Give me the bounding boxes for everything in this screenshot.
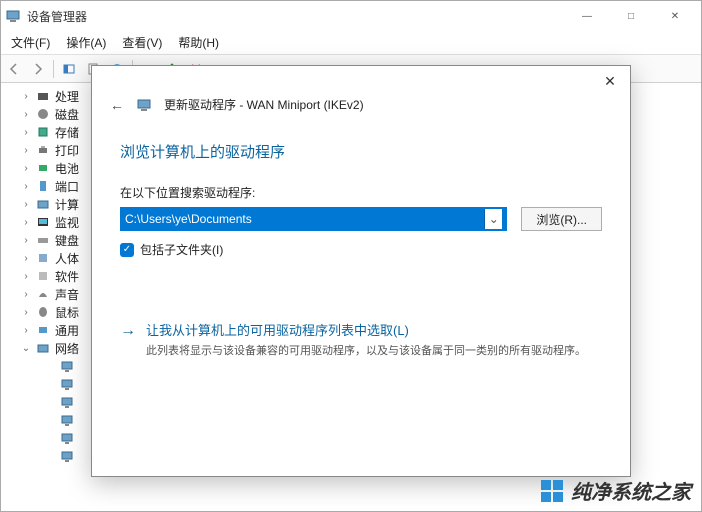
expand-icon[interactable]: › <box>21 145 31 156</box>
expand-icon[interactable]: › <box>21 127 31 138</box>
category-icon <box>35 340 51 356</box>
category-icon <box>35 304 51 320</box>
watermark: 纯净系统之家 <box>541 476 691 505</box>
device-manager-window: 设备管理器 — □ ✕ 文件(F) 操作(A) 查看(V) 帮助(H) ? ›处… <box>0 0 702 512</box>
category-icon <box>35 88 51 104</box>
expand-icon[interactable]: › <box>21 307 31 318</box>
path-value: C:\Users\ye\Documents <box>125 212 252 226</box>
dialog-title: 浏览计算机上的驱动程序 <box>120 141 602 162</box>
menu-file[interactable]: 文件(F) <box>3 31 58 54</box>
category-icon <box>35 124 51 140</box>
network-adapter-icon <box>59 376 75 392</box>
window-title: 设备管理器 <box>27 8 87 25</box>
menubar: 文件(F) 操作(A) 查看(V) 帮助(H) <box>1 31 701 55</box>
category-icon <box>35 178 51 194</box>
close-button[interactable]: ✕ <box>653 2 697 30</box>
tree-item-label: 鼠标 <box>55 304 79 321</box>
expand-icon[interactable]: › <box>21 91 31 102</box>
expand-icon[interactable]: › <box>21 217 31 228</box>
watermark-logo-icon <box>541 480 563 502</box>
minimize-button[interactable]: — <box>565 2 609 30</box>
expand-icon[interactable]: › <box>21 325 31 336</box>
menu-action[interactable]: 操作(A) <box>58 31 114 54</box>
expand-icon[interactable]: › <box>21 109 31 120</box>
include-subfolders-label: 包括子文件夹(I) <box>140 241 223 258</box>
expand-icon[interactable]: › <box>21 253 31 264</box>
expand-icon[interactable]: ⌄ <box>21 343 31 354</box>
chevron-down-icon[interactable]: ⌄ <box>484 209 502 229</box>
category-icon <box>35 214 51 230</box>
dialog-header: ← 更新驱动程序 - WAN Miniport (IKEv2) <box>92 96 630 123</box>
expand-icon[interactable]: › <box>21 289 31 300</box>
path-combobox[interactable]: C:\Users\ye\Documents ⌄ <box>120 207 507 231</box>
expand-icon[interactable]: › <box>21 163 31 174</box>
show-hide-icon[interactable] <box>58 58 80 80</box>
tree-item-label: 人体 <box>55 250 79 267</box>
network-adapter-icon <box>59 412 75 428</box>
category-icon <box>35 250 51 266</box>
expand-icon[interactable]: › <box>21 199 31 210</box>
titlebar: 设备管理器 — □ ✕ <box>1 1 701 31</box>
tree-item-label: 键盘 <box>55 232 79 249</box>
network-adapter-icon <box>59 448 75 464</box>
back-icon[interactable] <box>3 58 25 80</box>
category-icon <box>35 142 51 158</box>
watermark-text: 纯净系统之家 <box>571 476 691 505</box>
expand-icon[interactable]: › <box>21 235 31 246</box>
maximize-button[interactable]: □ <box>609 2 653 30</box>
dialog-header-text: 更新驱动程序 - WAN Miniport (IKEv2) <box>164 96 364 113</box>
menu-help[interactable]: 帮助(H) <box>170 31 227 54</box>
category-icon <box>35 196 51 212</box>
category-icon <box>35 322 51 338</box>
menu-view[interactable]: 查看(V) <box>114 31 170 54</box>
arrow-right-icon: → <box>120 320 136 360</box>
tree-item-label: 通用 <box>55 322 79 339</box>
category-icon <box>35 268 51 284</box>
network-adapter-icon <box>59 394 75 410</box>
device-icon <box>136 97 152 113</box>
pick-from-list-desc: 此列表将显示与该设备兼容的可用驱动程序，以及与该设备属于同一类别的所有驱动程序。 <box>146 343 586 360</box>
include-subfolders-checkbox[interactable]: ✓ 包括子文件夹(I) <box>120 241 602 258</box>
dialog-close-button[interactable]: ✕ <box>590 67 630 95</box>
tree-item-label: 磁盘 <box>55 106 79 123</box>
tree-item-label: 声音 <box>55 286 79 303</box>
expand-icon[interactable]: › <box>21 271 31 282</box>
update-driver-dialog: ✕ ← 更新驱动程序 - WAN Miniport (IKEv2) 浏览计算机上… <box>91 65 631 477</box>
category-icon <box>35 232 51 248</box>
tree-item-label: 网络 <box>55 340 79 357</box>
tree-item-label: 计算 <box>55 196 79 213</box>
category-icon <box>35 106 51 122</box>
tree-item-label: 软件 <box>55 268 79 285</box>
tree-item-label: 端口 <box>55 178 79 195</box>
browse-button[interactable]: 浏览(R)... <box>521 207 602 231</box>
tree-item-label: 存储 <box>55 124 79 141</box>
pick-from-list-option[interactable]: → 让我从计算机上的可用驱动程序列表中选取(L) 此列表将显示与该设备兼容的可用… <box>120 320 602 360</box>
tree-item-label: 打印 <box>55 142 79 159</box>
network-adapter-icon <box>59 430 75 446</box>
pick-from-list-title: 让我从计算机上的可用驱动程序列表中选取(L) <box>146 320 586 339</box>
tree-item-label: 监视 <box>55 214 79 231</box>
category-icon <box>35 286 51 302</box>
forward-icon[interactable] <box>27 58 49 80</box>
back-arrow-icon[interactable]: ← <box>110 97 124 113</box>
expand-icon[interactable]: › <box>21 181 31 192</box>
tree-item-label: 处理 <box>55 88 79 105</box>
category-icon <box>35 160 51 176</box>
check-icon: ✓ <box>120 243 134 257</box>
network-adapter-icon <box>59 358 75 374</box>
app-icon <box>5 8 21 24</box>
tree-item-label: 电池 <box>55 160 79 177</box>
search-location-label: 在以下位置搜索驱动程序: <box>120 184 602 201</box>
